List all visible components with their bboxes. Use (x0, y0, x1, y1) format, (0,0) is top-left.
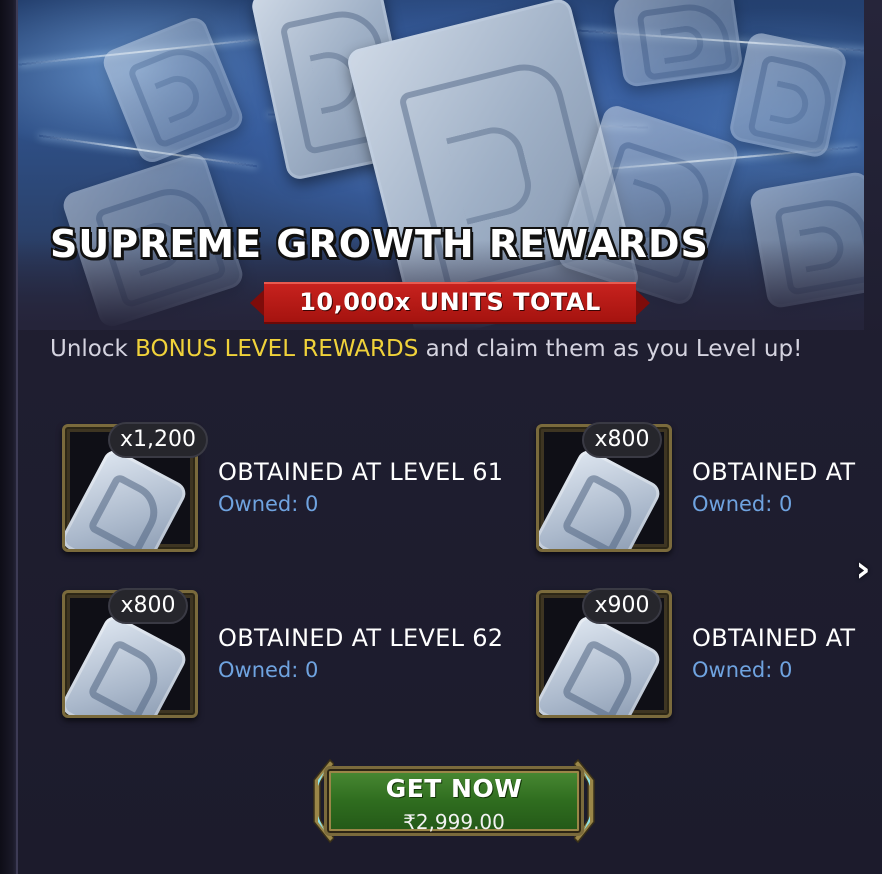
unit-card-icon (65, 446, 190, 549)
ribbon-text: 10,000x UNITS TOTAL (299, 288, 601, 316)
description-highlight: BONUS LEVEL REWARDS (135, 336, 419, 362)
unit-card-art (99, 13, 247, 167)
description-suffix: and claim them as you Level up! (418, 336, 803, 362)
reward-title: OBTAINED AT LEVEL 61 (218, 458, 504, 486)
unit-card-art (612, 0, 744, 88)
reward-title: OBTAINED AT (692, 624, 856, 652)
reward-title: OBTAINED AT (692, 458, 856, 486)
offer-panel: SUPREME GROWTH REWARDS 10,000x UNITS TOT… (0, 0, 882, 874)
reward-owned: Owned: 0 (218, 658, 319, 682)
unit-card-art (727, 30, 849, 160)
reward-item[interactable]: x1,200 OBTAINED AT LEVEL 61 Owned: 0 (62, 422, 503, 552)
reward-quantity-badge: x800 (582, 422, 662, 458)
reward-item[interactable]: x800 OBTAINED AT LEVEL 62 Owned: 0 (62, 588, 503, 718)
description-prefix: Unlock (50, 336, 136, 362)
reward-item[interactable]: x800 OBTAINED AT Owned: 0 (536, 422, 864, 552)
offer-title: SUPREME GROWTH REWARDS (50, 222, 709, 266)
chevron-right-icon[interactable]: › (848, 552, 878, 588)
reward-owned: Owned: 0 (692, 658, 793, 682)
banner-art (18, 0, 864, 330)
reward-item[interactable]: x900 OBTAINED AT Owned: 0 (536, 588, 864, 718)
reward-owned: Owned: 0 (218, 492, 319, 516)
unit-card-icon (539, 446, 664, 549)
offer-content: SUPREME GROWTH REWARDS 10,000x UNITS TOT… (0, 0, 864, 874)
price-label: ₹2,999.00 (403, 810, 505, 834)
total-ribbon: 10,000x UNITS TOTAL (250, 282, 650, 324)
unit-card-icon (65, 612, 190, 715)
reward-quantity-badge: x800 (108, 588, 188, 624)
offer-description: Unlock BONUS LEVEL REWARDS and claim the… (50, 334, 850, 364)
get-now-button[interactable]: GET NOW ₹2,999.00 (310, 758, 598, 844)
reward-title: OBTAINED AT LEVEL 62 (218, 624, 504, 652)
unit-card-icon (539, 612, 664, 715)
reward-quantity-badge: x1,200 (108, 422, 209, 458)
reward-quantity-badge: x900 (582, 588, 662, 624)
reward-owned: Owned: 0 (692, 492, 793, 516)
get-now-label: GET NOW (385, 774, 523, 803)
